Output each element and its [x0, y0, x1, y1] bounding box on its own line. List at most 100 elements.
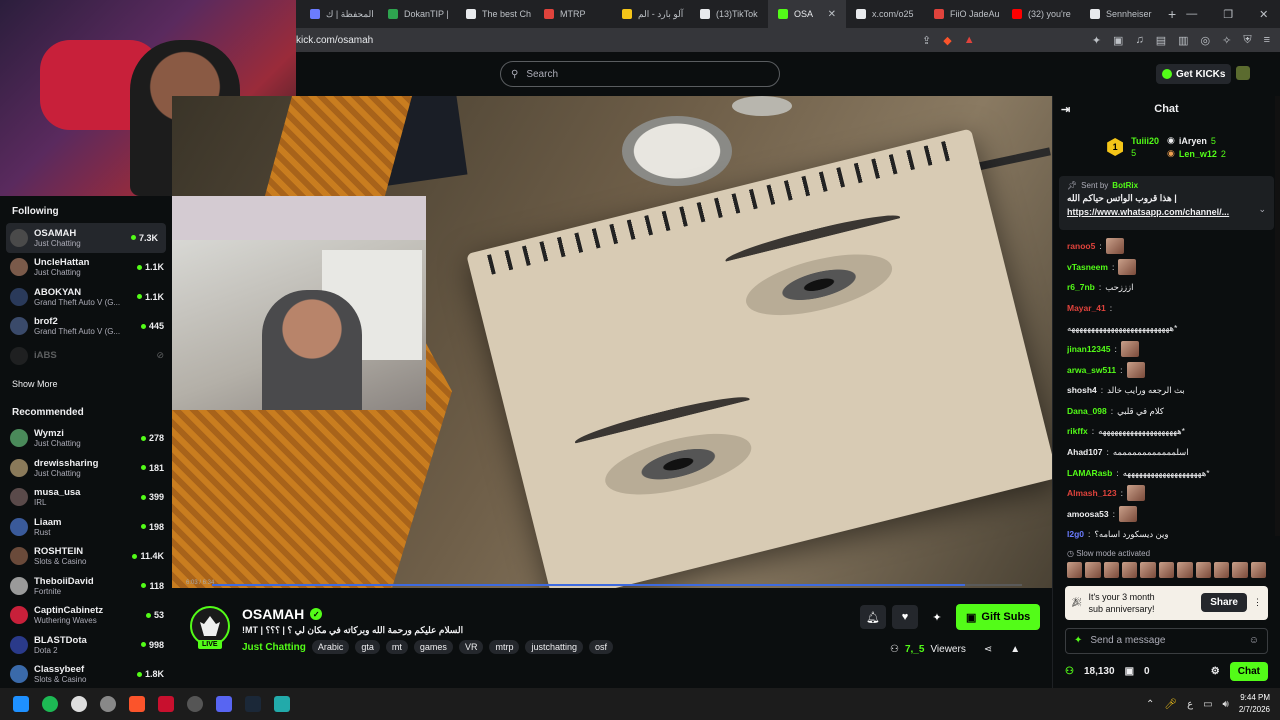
share-anniversary-button[interactable]: Share — [1201, 593, 1247, 613]
recent-emote[interactable] — [1250, 561, 1266, 578]
new-tab-button[interactable]: + — [1158, 6, 1186, 22]
recent-emote[interactable] — [1067, 561, 1083, 578]
green-app-icon[interactable] — [274, 696, 290, 712]
browser-tab[interactable]: MTRP — [534, 0, 612, 28]
sidebar-item-channel[interactable]: musa_usa IRL 399 — [0, 483, 172, 513]
recent-emote[interactable] — [1103, 561, 1120, 578]
browser-tab[interactable]: OSA ✕ — [768, 0, 846, 28]
red-app-icon[interactable] — [158, 696, 174, 712]
pin-bot-name[interactable]: BotRix — [1112, 181, 1138, 190]
stream-tag[interactable]: justchatting — [525, 640, 583, 654]
sidebar-item-channel[interactable]: drewissharing Just Chatting 181 — [0, 453, 172, 483]
maximize-icon[interactable]: ❐ — [1223, 8, 1233, 21]
sidebar-item-channel[interactable]: Wymzi Just Chatting 278 — [0, 424, 172, 454]
settings-gear-icon[interactable]: ⚙ — [1211, 666, 1220, 677]
leader-third-name[interactable]: Len_w12 — [1179, 149, 1217, 159]
recent-emote[interactable] — [1177, 561, 1193, 578]
send-chat-button[interactable]: Chat — [1229, 661, 1268, 681]
leo-icon[interactable]: ✧ — [1222, 34, 1231, 47]
page-scrollbar[interactable] — [1275, 96, 1280, 536]
minimize-icon[interactable]: — — [1186, 8, 1197, 21]
pinned-message[interactable]: 📌︎ Sent by BotRix هذا قروب الواتس حياكم … — [1059, 176, 1274, 230]
sidebar-item-channel[interactable]: UncleHattan Just Chatting 1.1K — [0, 253, 172, 283]
chat-username[interactable]: Dana_098 — [1067, 401, 1107, 422]
screenshot-icon[interactable]: ▣ — [1113, 34, 1123, 47]
stream-tag[interactable]: osf — [588, 640, 613, 654]
vpn-icon[interactable]: ◎ — [1201, 34, 1211, 47]
recent-emote[interactable] — [1085, 561, 1101, 578]
leader-second-name[interactable]: iAryen — [1179, 136, 1207, 146]
search-input[interactable]: ⚲ Search — [500, 61, 780, 87]
sparkle-icon-button[interactable]: ✦ — [924, 605, 950, 629]
chat-username[interactable]: arwa_sw511 — [1067, 360, 1116, 381]
windows-start-icon[interactable] — [13, 696, 29, 712]
chat-username[interactable]: jinan12345 — [1067, 339, 1110, 360]
sidebar-item-channel[interactable]: ABOKYAN Grand Theft Auto V (G... 1.1K — [0, 282, 172, 312]
browser-tab[interactable]: x.com/o25 — [846, 0, 924, 28]
sidebar-item-channel[interactable]: OSAMAH Just Chatting 7.3K — [6, 223, 166, 253]
chat-input[interactable]: ✦ Send a message ☺ — [1065, 627, 1268, 654]
sidebar-item-channel[interactable]: CaptinCabinetz Wuthering Waves 53 — [0, 601, 172, 631]
stream-category[interactable]: Just Chatting — [242, 642, 306, 653]
recent-emote[interactable] — [1232, 561, 1248, 578]
browser-tab[interactable]: (13)TikTok — [690, 0, 768, 28]
browser-tab[interactable]: (32) you're — [1002, 0, 1080, 28]
browser-tab[interactable]: Sennheiser — [1080, 0, 1158, 28]
menu-icon[interactable]: ≡ — [1264, 34, 1270, 47]
recent-emote[interactable] — [1140, 561, 1156, 578]
recent-emote[interactable] — [1213, 561, 1230, 578]
microphone-icon[interactable]: 🎤︎ — [1164, 699, 1177, 710]
close-tab-icon[interactable]: ✕ — [828, 9, 836, 20]
share-icon[interactable]: ⋖ — [984, 644, 992, 655]
language-indicator[interactable]: ع — [1187, 699, 1193, 710]
discord-icon[interactable] — [216, 696, 232, 712]
brave-browser-icon[interactable] — [129, 696, 145, 712]
app-icon[interactable] — [187, 696, 203, 712]
brave-shield-icon[interactable]: ◆ — [943, 34, 951, 47]
browser-tab[interactable]: FiiO JadeAu — [924, 0, 1002, 28]
video-progress[interactable]: 6:03 / 6:34 — [172, 580, 1052, 590]
brave-rewards-icon[interactable]: ▲ — [964, 34, 975, 47]
stream-tag[interactable]: gta — [355, 640, 380, 654]
recent-emote[interactable] — [1158, 561, 1175, 578]
media-icon[interactable]: ♫ — [1135, 34, 1143, 47]
stream-tag[interactable]: games — [413, 640, 453, 654]
chevron-down-icon[interactable]: ⌄ — [1258, 204, 1266, 215]
browser-tab[interactable]: المحفظة | ك — [300, 0, 378, 28]
notification-bell-button[interactable]: 🔔︎ — [860, 605, 886, 629]
sidebar-item-channel[interactable]: TheboiiDavid Fortnite 118 — [0, 571, 172, 601]
speaker-icon[interactable]: 🔊︎ — [1223, 699, 1229, 710]
recent-emote[interactable] — [1195, 561, 1211, 578]
chat-username[interactable]: r6_7nb — [1067, 277, 1095, 298]
settings-app-icon[interactable] — [71, 696, 87, 712]
stream-tag[interactable]: mtrp — [489, 640, 520, 654]
emoji-icon[interactable]: ☺ — [1249, 635, 1259, 646]
show-more-link[interactable]: Show More — [0, 371, 172, 397]
report-icon[interactable]: ▲ — [1010, 644, 1020, 655]
network-icon[interactable]: ▭ — [1203, 699, 1212, 710]
follow-heart-button[interactable]: ♥ — [892, 605, 918, 629]
recent-emote[interactable] — [1122, 561, 1138, 578]
clock[interactable]: 9:44 PM 2/7/2026 — [1239, 692, 1270, 716]
more-options-icon[interactable]: ⋮ — [1253, 597, 1262, 608]
sidebar-item-channel[interactable]: brof2 Grand Theft Auto V (G... 445 — [0, 312, 172, 342]
chat-username[interactable]: Ahad107 — [1067, 442, 1102, 463]
chat-username[interactable]: shosh4 — [1067, 380, 1097, 401]
sidebar-toggle-icon[interactable]: ▤ — [1156, 34, 1166, 47]
share-icon[interactable]: ⇪ — [922, 34, 931, 47]
sidebar-item-offline[interactable]: iABS ⊘ — [0, 341, 172, 371]
extensions-icon[interactable]: ✦ — [1092, 34, 1101, 47]
stream-tag[interactable]: Arabic — [311, 640, 350, 654]
wallet-icon[interactable]: ▥ — [1178, 34, 1188, 47]
pin-link[interactable]: https://www.whatsapp.com/channel/... — [1067, 207, 1266, 217]
sidebar-item-channel[interactable]: Classybeef Slots & Casino 1.8K — [0, 660, 172, 690]
chat-username[interactable]: Almash_123 — [1067, 483, 1117, 504]
browser-tab[interactable]: آلو بارد - الم — [612, 0, 690, 28]
sidebar-item-channel[interactable]: Liaam Rust 198 — [0, 512, 172, 542]
url-field[interactable]: kick.com/osamah — [296, 35, 373, 46]
steam-icon[interactable] — [245, 696, 261, 712]
leader-first-name[interactable]: Tuiii20 — [1131, 136, 1159, 146]
collapse-chat-icon[interactable]: ⇥ — [1061, 103, 1070, 116]
stream-tag[interactable]: mt — [385, 640, 408, 654]
obs-icon[interactable] — [100, 696, 116, 712]
